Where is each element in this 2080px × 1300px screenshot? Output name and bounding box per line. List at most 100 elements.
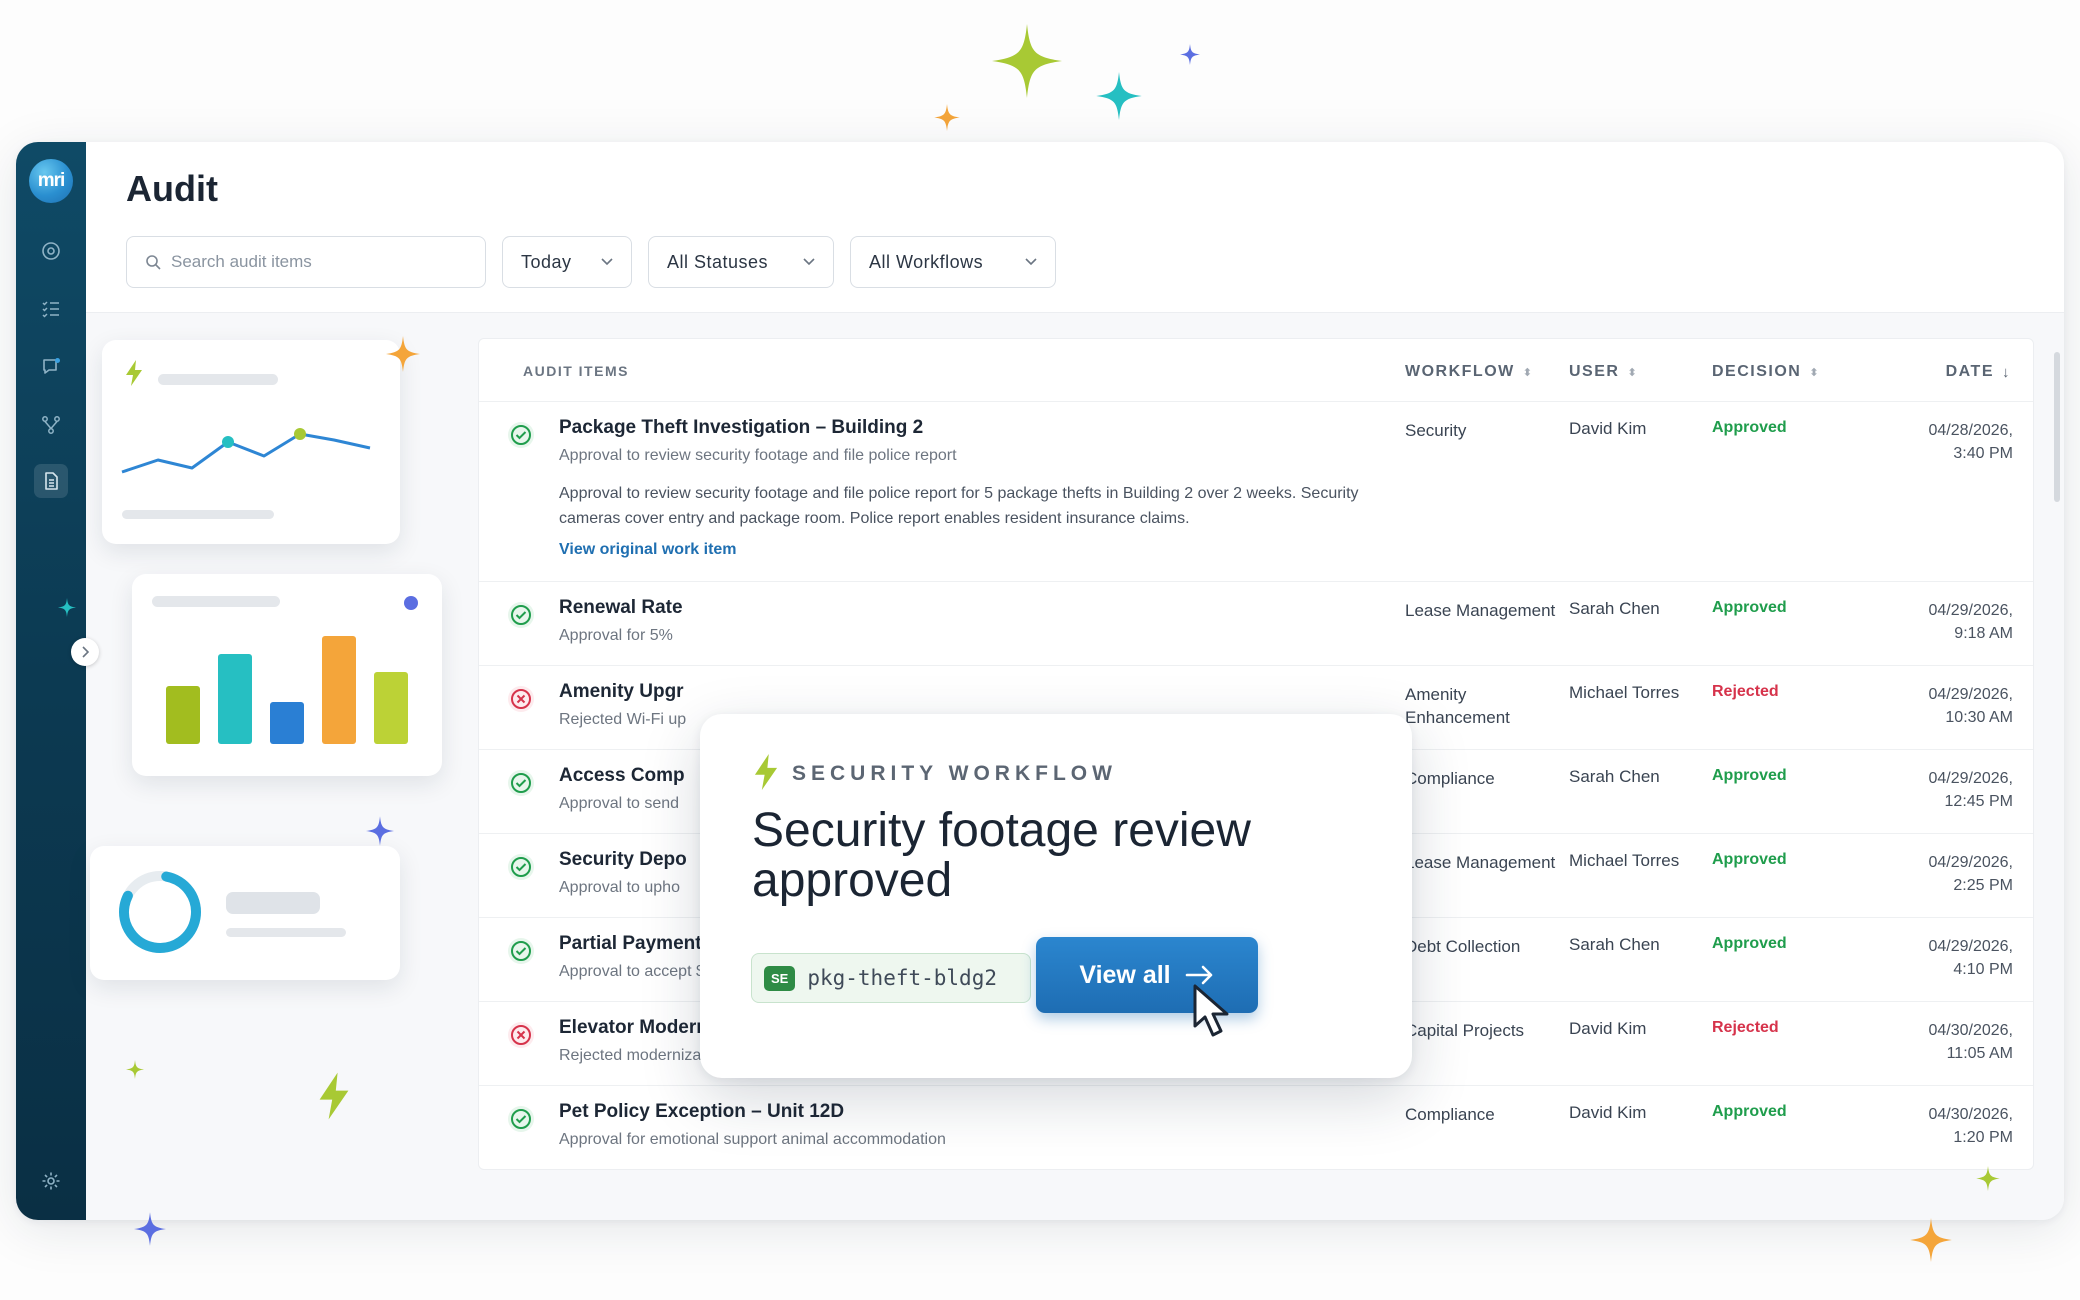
- sparkle-icon: [126, 1060, 144, 1079]
- lightning-icon: [319, 1072, 349, 1120]
- decision-badge: Approved: [1712, 767, 1787, 784]
- status-filter-dropdown[interactable]: All Statuses: [648, 236, 834, 288]
- chat-icon[interactable]: [34, 350, 68, 384]
- item-subtitle: Approval to send: [559, 795, 680, 812]
- view-all-label: View all: [1079, 960, 1171, 989]
- chip-text: pkg-theft-bldg2: [807, 966, 997, 990]
- date-filter-dropdown[interactable]: Today: [502, 236, 632, 288]
- time-text: 10:30 AM: [1945, 709, 2013, 726]
- work-item-chip[interactable]: SE pkg-theft-bldg2: [751, 953, 1031, 1003]
- item-title: Access Comp: [559, 765, 685, 786]
- date-text: 04/29/2026,: [1928, 770, 2013, 787]
- sparkle-icon: [386, 336, 420, 372]
- user-cell: Michael Torres: [1569, 683, 1680, 702]
- item-subtitle: Approval to review security footage and …: [559, 447, 957, 464]
- sort-desc-icon: ↓: [2002, 363, 2011, 381]
- column-header-label: DECISION: [1712, 363, 1802, 380]
- decision-badge: Rejected: [1712, 683, 1779, 700]
- column-header-user[interactable]: USER ⬍: [1569, 363, 1638, 381]
- user-cell: Michael Torres: [1569, 851, 1680, 870]
- item-subtitle: Approval for 5%: [559, 627, 673, 644]
- check-circle-icon: [508, 770, 534, 796]
- placeholder-bar: [226, 892, 320, 914]
- mri-logo[interactable]: mri: [29, 159, 73, 203]
- notification-title: Security footage review approved: [752, 804, 1251, 907]
- time-text: 1:20 PM: [1953, 1129, 2013, 1146]
- search-icon: [146, 255, 161, 270]
- workflow-filter-dropdown[interactable]: All Workflows: [850, 236, 1056, 288]
- workflow-cell: Compliance: [1405, 1105, 1495, 1124]
- item-title: Amenity Upgr: [559, 681, 684, 702]
- sparkle-icon: [1976, 1166, 2000, 1191]
- sparkle-icon: [58, 598, 76, 617]
- branch-icon[interactable]: [34, 408, 68, 442]
- sparkle-icon: [934, 104, 960, 131]
- sparkline: [121, 428, 371, 474]
- column-header-date[interactable]: DATE ↓: [1946, 363, 2011, 381]
- date-cell: 04/29/2026, 4:10 PM: [1928, 935, 2013, 981]
- workflow-notification-card: SECURITY WORKFLOW Security footage revie…: [700, 714, 1412, 1078]
- sort-icon: ⬍: [1809, 366, 1821, 379]
- check-circle-icon: [508, 1106, 534, 1132]
- column-header-decision[interactable]: DECISION ⬍: [1712, 363, 1820, 381]
- date-cell: 04/30/2026, 11:05 AM: [1928, 1019, 2013, 1065]
- time-text: 4:10 PM: [1953, 961, 2013, 978]
- time-text: 11:05 AM: [1946, 1045, 2013, 1062]
- x-circle-icon: [508, 1022, 534, 1048]
- target-icon[interactable]: [34, 234, 68, 268]
- document-icon[interactable]: [34, 464, 68, 498]
- placeholder-bar: [226, 928, 346, 937]
- chevron-down-icon: [601, 258, 613, 266]
- sparkle-icon: [992, 24, 1062, 98]
- workflow-cell: Security: [1405, 421, 1467, 440]
- column-header-label: USER: [1569, 363, 1620, 380]
- decision-badge: Approved: [1712, 1103, 1787, 1120]
- line-chart-widget: [102, 336, 420, 544]
- bar: [270, 702, 304, 744]
- search-placeholder: Search audit items: [171, 252, 312, 271]
- scrollbar[interactable]: [2054, 352, 2060, 502]
- gear-icon[interactable]: [34, 1164, 68, 1198]
- donut-widget: [90, 846, 400, 980]
- item-subtitle: Rejected Wi-Fi up: [559, 711, 687, 728]
- table-row[interactable]: Package Theft Investigation – Building 2…: [479, 401, 2033, 581]
- sparkle-icon: [1180, 44, 1200, 65]
- table-row[interactable]: Renewal Rate Approval for 5% Lease Manag…: [479, 581, 2033, 665]
- column-header-workflow[interactable]: WORKFLOW ⬍: [1405, 363, 1533, 381]
- time-text: 12:45 PM: [1944, 793, 2013, 810]
- workflow-cell: Lease Management: [1405, 601, 1556, 620]
- date-cell: 04/30/2026, 1:20 PM: [1928, 1103, 2013, 1149]
- decision-badge: Approved: [1712, 851, 1787, 868]
- date-text: 04/30/2026,: [1928, 1022, 2013, 1039]
- sparkle-icon: [366, 816, 394, 846]
- mouse-pointer-icon: [1193, 984, 1229, 1037]
- date-cell: 04/29/2026, 9:18 AM: [1928, 599, 2013, 645]
- date-cell: 04/29/2026, 2:25 PM: [1928, 851, 2013, 897]
- sort-icon: ⬍: [1627, 366, 1639, 379]
- bar: [166, 686, 200, 744]
- table-row[interactable]: Pet Policy Exception – Unit 12D Approval…: [479, 1085, 2033, 1169]
- workflow-label: SECURITY WORKFLOW: [792, 762, 1117, 785]
- checklist-icon[interactable]: [34, 292, 68, 326]
- user-cell: David Kim: [1569, 1103, 1647, 1122]
- chevron-down-icon: [803, 258, 815, 266]
- user-cell: Sarah Chen: [1569, 935, 1660, 954]
- workflow-cell: Lease Management: [1405, 853, 1556, 872]
- item-subtitle: Approval to upho: [559, 879, 680, 896]
- donut-chart: [119, 871, 201, 953]
- lightning-icon: [754, 754, 778, 790]
- search-input[interactable]: Search audit items: [126, 236, 486, 288]
- bar: [218, 654, 252, 744]
- decision-badge: Approved: [1712, 935, 1787, 952]
- time-text: 3:40 PM: [1953, 445, 2013, 462]
- status-dot: [404, 596, 418, 610]
- date-cell: 04/29/2026, 10:30 AM: [1928, 683, 2013, 729]
- check-circle-icon: [508, 938, 534, 964]
- time-text: 2:25 PM: [1953, 877, 2013, 894]
- item-title: Pet Policy Exception – Unit 12D: [559, 1101, 845, 1122]
- sidebar-collapse-button[interactable]: [71, 638, 99, 666]
- date-text: 04/28/2026,: [1928, 422, 2013, 439]
- date-text: 04/29/2026,: [1928, 602, 2013, 619]
- view-original-link[interactable]: View original work item: [559, 541, 737, 559]
- workflow-filter-label: All Workflows: [869, 251, 984, 272]
